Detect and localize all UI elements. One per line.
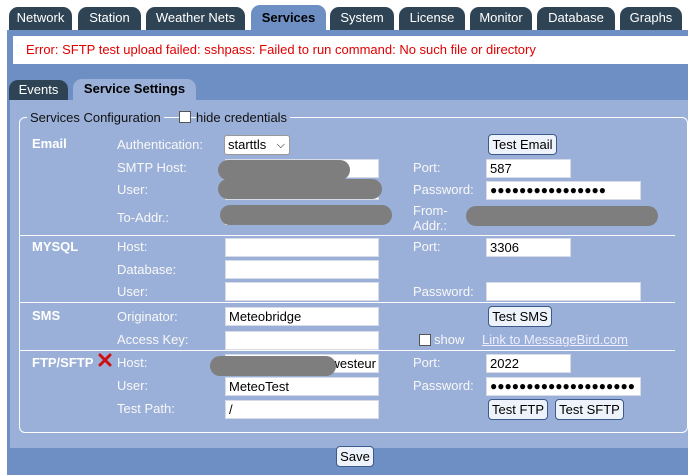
tab-graphs[interactable]: Graphs — [620, 7, 682, 30]
redaction-ftp-host — [210, 356, 336, 376]
access-key-input[interactable] — [225, 331, 379, 350]
test-ftp-button[interactable]: Test FTP — [488, 399, 548, 420]
email-user-label: User: — [117, 182, 149, 197]
ftp-port-input[interactable]: 2022 — [486, 354, 571, 373]
from-addr-label-line2: Addr.: — [413, 218, 447, 233]
test-sftp-button[interactable]: Test SFTP — [555, 399, 624, 420]
save-button[interactable]: Save — [336, 446, 374, 467]
ftp-host-label: Host: — [117, 355, 148, 370]
access-key-label: Access Key: — [117, 332, 189, 347]
mysql-user-label: User: — [117, 284, 149, 299]
tab-services[interactable]: Services — [251, 5, 326, 32]
error-x-icon — [98, 353, 112, 367]
mysql-section-title: MYSQL — [32, 239, 79, 254]
messagebird-link[interactable]: Link to MessageBird.com — [482, 332, 628, 348]
redaction-from-addr — [466, 206, 658, 226]
chevron-down-icon: ⌵ — [276, 139, 285, 151]
email-section-title: Email — [32, 136, 67, 151]
tab-license[interactable]: License — [399, 7, 465, 30]
top-tab-bar: Network Station Weather Nets Services Sy… — [0, 0, 688, 32]
tab-database[interactable]: Database — [537, 7, 615, 30]
mysql-port-label: Port: — [413, 239, 441, 254]
mysql-database-label: Database: — [117, 262, 177, 277]
mysql-host-label: Host: — [117, 239, 148, 254]
email-port-label: Port: — [413, 160, 441, 175]
tab-system[interactable]: System — [330, 7, 394, 30]
email-password-input[interactable]: ●●●●●●●●●●●●●●●● — [486, 181, 641, 200]
mysql-password-input[interactable] — [486, 282, 641, 301]
show-access-key-checkbox[interactable] — [419, 334, 431, 346]
mysql-port-input[interactable]: 3306 — [486, 238, 571, 257]
mysql-database-input[interactable] — [225, 260, 379, 279]
redaction-to-addr — [220, 205, 392, 225]
tab-network[interactable]: Network — [9, 7, 72, 30]
authentication-select[interactable]: starttls ⌵ — [224, 135, 290, 155]
email-password-label: Password: — [413, 182, 474, 197]
test-path-input[interactable]: / — [225, 400, 379, 419]
test-sms-button[interactable]: Test SMS — [488, 306, 552, 327]
show-label: show — [434, 332, 465, 347]
error-message: Error: SFTP test upload failed: sshpass:… — [13, 36, 688, 64]
to-addr-label: To-Addr.: — [117, 210, 170, 225]
sms-section-title: SMS — [32, 308, 61, 323]
mysql-user-input[interactable] — [225, 282, 379, 301]
divider — [20, 302, 675, 303]
redaction-smtp-host — [218, 160, 350, 180]
divider — [20, 350, 675, 351]
tab-monitor[interactable]: Monitor — [470, 7, 532, 30]
divider — [20, 235, 675, 236]
ftp-port-label: Port: — [413, 355, 441, 370]
hide-credentials-checkbox[interactable] — [179, 111, 191, 123]
email-port-input[interactable]: 587 — [486, 159, 571, 178]
redaction-email-user — [218, 179, 382, 199]
services-configuration-legend: Services Configuration — [27, 110, 164, 126]
tab-weather-nets[interactable]: Weather Nets — [146, 7, 245, 30]
test-path-label: Test Path: — [117, 401, 175, 416]
ftp-password-label: Password: — [413, 378, 474, 393]
originator-label: Originator: — [117, 309, 178, 324]
legend-title: Services Configuration — [30, 110, 161, 125]
authentication-value: starttls — [228, 137, 267, 152]
authentication-label: Authentication: — [117, 137, 204, 152]
hide-credentials-label: hide credentials — [196, 110, 291, 126]
tab-events[interactable]: Events — [9, 80, 68, 100]
test-email-button[interactable]: Test Email — [488, 134, 557, 155]
from-addr-label-line1: From- — [413, 203, 448, 218]
mysql-host-input[interactable] — [225, 238, 379, 257]
ftp-section-title: FTP/SFTP — [32, 355, 94, 370]
ftp-password-input[interactable]: ●●●●●●●●●●●●●●●●●●●● — [486, 377, 641, 396]
originator-input[interactable]: Meteobridge — [225, 307, 379, 326]
ftp-user-input[interactable]: MeteoTest — [225, 377, 379, 396]
tab-service-settings[interactable]: Service Settings — [73, 79, 196, 101]
ftp-user-label: User: — [117, 378, 149, 393]
tab-station[interactable]: Station — [78, 7, 141, 30]
mysql-password-label: Password: — [413, 284, 474, 299]
smtp-host-label: SMTP Host: — [117, 160, 187, 175]
